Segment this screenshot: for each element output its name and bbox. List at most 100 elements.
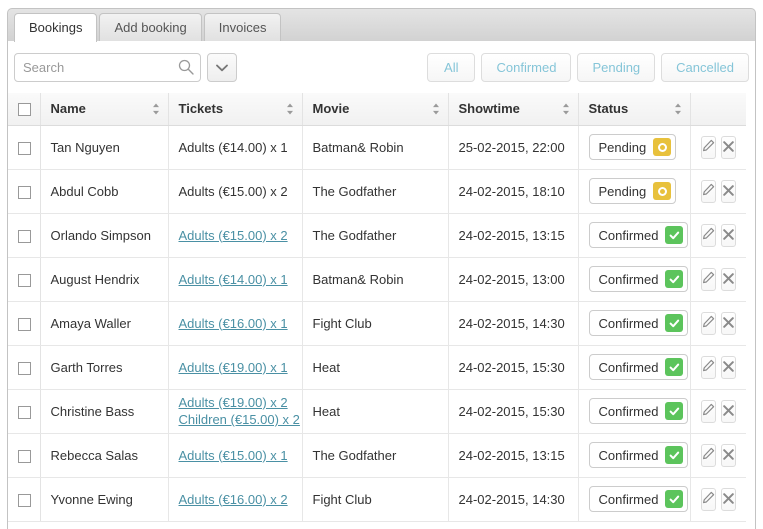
row-select-checkbox[interactable] xyxy=(18,493,31,507)
column-header-showtime[interactable]: Showtime xyxy=(448,93,579,126)
column-header-status[interactable]: Status xyxy=(578,93,691,126)
row-select-checkbox[interactable] xyxy=(18,405,31,419)
delete-button[interactable] xyxy=(720,399,736,423)
tab-add-booking[interactable]: Add booking xyxy=(99,13,202,42)
status-badge[interactable]: Pending xyxy=(588,178,677,204)
status-badge[interactable]: Confirmed xyxy=(588,354,689,380)
cell-tickets: Adults (€14.00) x 1 xyxy=(168,125,303,170)
column-header-actions xyxy=(690,93,746,126)
cell-name: Abdul Cobb xyxy=(40,169,169,214)
edit-button[interactable] xyxy=(700,399,716,423)
table-row[interactable]: Amaya Waller Adults (€16.00) x 1 Fight Clu… xyxy=(8,301,746,346)
delete-button[interactable] xyxy=(720,135,736,159)
search-options-dropdown-button[interactable] xyxy=(207,53,237,82)
search-input[interactable] xyxy=(14,53,201,82)
cell-movie: Fight Club xyxy=(302,477,449,522)
tab-invoices[interactable]: Invoices xyxy=(203,13,282,42)
table-row[interactable]: Abdul Cobb Adults (€15.00) x 2 The Godfath… xyxy=(8,169,746,214)
check-icon xyxy=(665,358,684,376)
tab-bookings[interactable]: Bookings xyxy=(14,13,98,42)
check-icon xyxy=(665,226,684,244)
delete-button[interactable] xyxy=(720,443,736,467)
edit-button[interactable] xyxy=(700,267,716,291)
delete-button[interactable] xyxy=(720,179,736,203)
status-badge[interactable]: Pending xyxy=(588,134,677,160)
table-row[interactable]: Tan Nguyen Adults (€14.00) x 1 Batman& Rob… xyxy=(8,125,746,170)
edit-button[interactable] xyxy=(700,135,716,159)
row-select-cell xyxy=(8,345,41,390)
cell-status: Confirmed xyxy=(578,213,691,258)
row-action-group xyxy=(700,311,736,335)
status-badge[interactable]: Confirmed xyxy=(588,222,689,248)
cell-showtime: 25-02-2015, 22:00 xyxy=(448,125,579,170)
pencil-icon xyxy=(702,315,715,331)
table-row[interactable]: Orlando Simpson Adults (€15.00) x 2 The Go… xyxy=(8,213,746,258)
ticket-link[interactable]: Adults (€14.00) x 1 xyxy=(179,271,292,288)
sort-status-icon[interactable] xyxy=(674,102,682,115)
ticket-link[interactable]: Adults (€16.00) x 2 xyxy=(179,491,292,508)
cell-movie: Fight Club xyxy=(302,301,449,346)
status-filter-group: All Confirmed Pending Cancelled xyxy=(427,53,749,82)
delete-button[interactable] xyxy=(720,311,736,335)
table-row[interactable]: Rebecca Salas Adults (€15.00) x 1 The Godf… xyxy=(8,433,746,478)
status-badge[interactable]: Confirmed xyxy=(588,442,689,468)
edit-button[interactable] xyxy=(700,487,716,511)
row-select-checkbox[interactable] xyxy=(18,229,31,243)
cell-movie: Heat xyxy=(302,389,449,434)
edit-button[interactable] xyxy=(700,355,716,379)
row-select-checkbox[interactable] xyxy=(18,449,31,463)
table-row[interactable]: Garth Torres Adults (€19.00) x 1 Heat 24-02… xyxy=(8,345,746,390)
row-select-checkbox[interactable] xyxy=(18,185,31,199)
row-select-checkbox[interactable] xyxy=(18,141,31,155)
ticket-link[interactable]: Adults (€19.00) x 2 xyxy=(179,394,292,411)
status-badge[interactable]: Confirmed xyxy=(588,398,689,424)
ticket-link[interactable]: Adults (€15.00) x 1 xyxy=(179,447,292,464)
filter-all-label: All xyxy=(444,60,459,75)
sort-showtime-icon[interactable] xyxy=(562,102,570,115)
pending-ring-icon xyxy=(653,182,672,200)
filter-cancelled-button[interactable]: Cancelled xyxy=(661,53,749,82)
cell-tickets: Adults (€16.00) x 1 xyxy=(168,301,303,346)
ticket-link[interactable]: Adults (€15.00) x 2 xyxy=(179,227,292,244)
table-row[interactable]: Yvonne Ewing Adults (€16.00) x 2 Fight Clu… xyxy=(8,477,746,522)
table-row[interactable]: August Hendrix Adults (€14.00) x 1 Batman&… xyxy=(8,257,746,302)
close-icon xyxy=(723,492,734,507)
filter-confirmed-label: Confirmed xyxy=(496,60,557,75)
edit-button[interactable] xyxy=(700,179,716,203)
status-badge[interactable]: Confirmed xyxy=(588,486,689,512)
close-icon xyxy=(723,448,734,463)
filter-all-button[interactable]: All xyxy=(427,53,476,82)
ticket-link[interactable]: Children (€15.00) x 2 xyxy=(179,411,300,428)
ticket-link[interactable]: Adults (€19.00) x 1 xyxy=(179,359,292,376)
sort-tickets-icon[interactable] xyxy=(286,102,294,115)
edit-button[interactable] xyxy=(700,223,716,247)
column-header-movie[interactable]: Movie xyxy=(302,93,449,126)
filter-confirmed-button[interactable]: Confirmed xyxy=(481,53,572,82)
row-select-cell xyxy=(8,169,41,214)
cell-status: Confirmed xyxy=(578,257,691,302)
ticket-link[interactable]: Adults (€16.00) x 1 xyxy=(179,315,292,332)
select-all-header xyxy=(8,93,41,126)
row-select-checkbox[interactable] xyxy=(18,317,31,331)
status-badge[interactable]: Confirmed xyxy=(588,266,689,292)
filter-pending-button[interactable]: Pending xyxy=(577,53,656,82)
sort-name-icon[interactable] xyxy=(152,102,160,115)
delete-button[interactable] xyxy=(720,355,736,379)
row-select-checkbox[interactable] xyxy=(18,273,31,287)
column-header-tickets[interactable]: Tickets xyxy=(168,93,303,126)
row-select-checkbox[interactable] xyxy=(18,361,31,375)
status-badge[interactable]: Confirmed xyxy=(588,310,689,336)
row-action-group xyxy=(700,223,736,247)
select-all-checkbox[interactable] xyxy=(18,103,31,117)
edit-button[interactable] xyxy=(700,311,716,335)
delete-button[interactable] xyxy=(720,487,736,511)
column-header-name[interactable]: Name xyxy=(40,93,169,126)
delete-button[interactable] xyxy=(720,223,736,247)
row-select-cell xyxy=(8,301,41,346)
table-body: Tan Nguyen Adults (€14.00) x 1 Batman& Rob… xyxy=(8,125,746,522)
table-row[interactable]: Christine Bass Adults (€19.00) x 2 Childre… xyxy=(8,389,746,434)
column-header-movie-label: Movie xyxy=(312,101,350,117)
edit-button[interactable] xyxy=(700,443,716,467)
sort-movie-icon[interactable] xyxy=(432,102,440,115)
delete-button[interactable] xyxy=(720,267,736,291)
